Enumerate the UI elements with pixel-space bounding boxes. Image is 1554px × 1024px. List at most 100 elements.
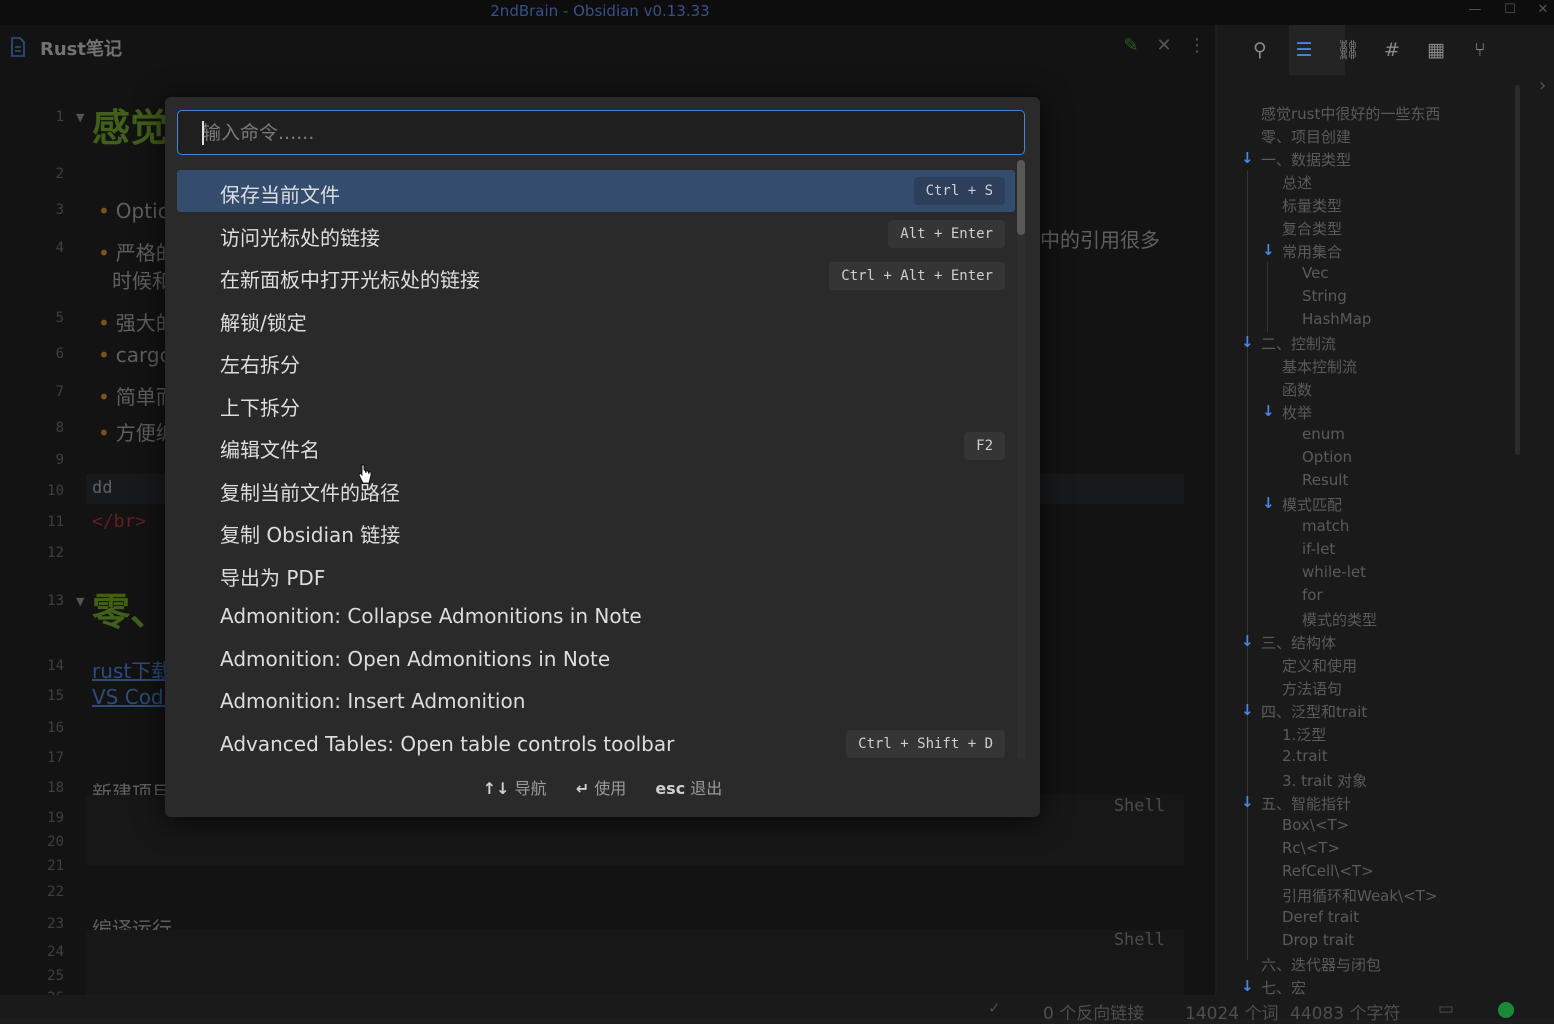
outgoing-link-icon[interactable]: ⛓ xyxy=(1335,37,1361,63)
table-icon[interactable]: ▦ xyxy=(1423,37,1449,63)
outline-guide xyxy=(1247,170,1248,960)
command-item[interactable]: Admonition: Collapse Admonitions in Note xyxy=(177,595,1015,637)
backlink-count[interactable]: 0 个反向链接 xyxy=(1043,999,1144,1024)
outline-item[interactable]: 3. trait 对象 xyxy=(1282,770,1367,791)
command-item[interactable]: 左右拆分 xyxy=(177,340,1015,382)
command-item[interactable]: Admonition: Insert Admonition xyxy=(177,680,1015,722)
outline-item[interactable]: 常用集合 xyxy=(1282,241,1342,262)
outline-item[interactable]: 方法语句 xyxy=(1282,678,1342,699)
command-hotkey: F2 xyxy=(964,432,1005,460)
outline-item[interactable]: Drop trait xyxy=(1282,931,1354,949)
outline-item[interactable]: Option xyxy=(1302,448,1352,466)
outline-item[interactable]: 五、智能指针 xyxy=(1261,793,1351,814)
collapse-arrow-icon[interactable]: ↓ xyxy=(1241,701,1254,719)
outline-item[interactable]: 六、迭代器与闭包 xyxy=(1261,954,1381,975)
outline-item[interactable]: 零、项目创建 xyxy=(1261,126,1351,147)
outline-item[interactable]: 三、结构体 xyxy=(1261,632,1336,653)
backlink-icon[interactable]: ⚲ xyxy=(1247,37,1273,63)
outline-item[interactable]: 2.trait xyxy=(1282,747,1328,765)
right-sidebar: ⚲ ☰ ⛓ # ▦ ⑂ › 感觉rust中很好的一些东西 零、项目创建 ↓ 一、数据类… xyxy=(1217,25,1554,997)
title-bar: 2ndBrain - Obsidian v0.13.33 — ☐ ✕ xyxy=(0,0,1554,25)
outline-item[interactable]: 总述 xyxy=(1282,172,1312,193)
text-caret xyxy=(202,121,204,145)
outline-item[interactable]: Rc\<T> xyxy=(1282,839,1340,857)
outline-item[interactable]: 1.泛型 xyxy=(1282,724,1326,745)
command-label: 访问光标处的链接 xyxy=(220,225,380,250)
collapse-arrow-icon[interactable]: ↓ xyxy=(1262,494,1275,512)
command-hotkey: Alt + Enter xyxy=(888,219,1005,248)
command-item[interactable]: 复制当前文件的路径 xyxy=(177,468,1015,510)
command-label: 在新面板中打开光标处的链接 xyxy=(220,268,480,292)
outline-item[interactable]: if-let xyxy=(1302,540,1335,558)
outline-item[interactable]: Box\<T> xyxy=(1282,816,1349,834)
esc-key: esc xyxy=(655,779,686,798)
outline-icon[interactable]: ☰ xyxy=(1291,37,1317,63)
use-label: 使用 xyxy=(594,779,627,798)
outline-scrollbar[interactable] xyxy=(1515,85,1520,455)
outline-item[interactable]: 引用循环和Weak\<T> xyxy=(1282,885,1437,906)
outline-item[interactable]: enum xyxy=(1302,425,1345,443)
mouse-cursor-icon xyxy=(358,464,372,484)
command-list[interactable]: 保存当前文件 Ctrl + S 访问光标处的链接 Alt + Enter 在新面板中打开… xyxy=(177,168,1015,764)
collapse-arrow-icon[interactable]: ↓ xyxy=(1241,149,1254,167)
command-label: Admonition: Collapse Admonitions in Note xyxy=(220,604,642,628)
scroll-thumb[interactable] xyxy=(1017,160,1025,235)
outline-guide xyxy=(1267,262,1268,332)
collapse-arrow-icon[interactable]: ↓ xyxy=(1241,333,1254,351)
command-label: Advanced Tables: Open table controls too… xyxy=(220,731,675,756)
maximize-icon[interactable]: ☐ xyxy=(1495,2,1525,22)
collapse-arrow-icon[interactable]: ↓ xyxy=(1241,632,1254,650)
status-bar: ✓ 0 个反向链接 14024 个词 44083 个字符 ▭ xyxy=(0,995,1554,1024)
command-item[interactable]: 编辑文件名 F2 xyxy=(177,425,1015,467)
command-label: 导出为 PDF xyxy=(220,565,326,590)
command-item[interactable]: 上下拆分 xyxy=(177,383,1015,425)
outline-item[interactable]: 模式的类型 xyxy=(1302,609,1377,630)
collapse-arrow-icon[interactable]: ↓ xyxy=(1241,977,1254,995)
collapse-arrow-icon[interactable]: ↓ xyxy=(1262,402,1275,420)
outline-item[interactable]: 函数 xyxy=(1282,379,1312,400)
outline-item[interactable]: Vec xyxy=(1302,264,1329,282)
command-label: 复制 Obsidian 链接 xyxy=(220,523,401,547)
tag-icon[interactable]: # xyxy=(1379,37,1405,63)
command-item[interactable]: 保存当前文件 Ctrl + S xyxy=(177,170,1015,212)
word-count: 14024 个词 xyxy=(1185,1004,1279,1024)
outline-item[interactable]: match xyxy=(1302,517,1349,535)
outline-item[interactable]: 四、泛型和trait xyxy=(1261,701,1367,722)
collapse-arrow-icon[interactable]: ↓ xyxy=(1241,793,1254,811)
outline-item[interactable]: 基本控制流 xyxy=(1282,356,1357,377)
command-item[interactable]: 访问光标处的链接 Alt + Enter xyxy=(177,213,1015,255)
outline-item[interactable]: while-let xyxy=(1302,563,1366,581)
window-title: 2ndBrain - Obsidian v0.13.33 xyxy=(490,2,710,20)
outline-item[interactable]: for xyxy=(1302,586,1323,604)
outline-item[interactable]: 定义和使用 xyxy=(1282,655,1357,676)
outline-item[interactable]: 模式匹配 xyxy=(1282,494,1342,515)
outline-item[interactable]: 一、数据类型 xyxy=(1261,149,1351,170)
command-item[interactable]: 导出为 PDF xyxy=(177,553,1015,595)
outline-item[interactable]: 感觉rust中很好的一些东西 xyxy=(1261,103,1440,124)
outline-item[interactable]: HashMap xyxy=(1302,310,1371,328)
command-item[interactable]: Admonition: Open Admonitions in Note xyxy=(177,638,1015,680)
collapse-arrow-icon[interactable]: ↓ xyxy=(1262,241,1275,259)
outline-item[interactable]: RefCell\<T> xyxy=(1282,862,1374,880)
chevron-right-icon[interactable]: › xyxy=(1539,75,1546,96)
outline-item[interactable]: 枚举 xyxy=(1282,402,1312,423)
command-item[interactable]: Advanced Tables: Open table controls too… xyxy=(177,723,1015,765)
outline-item[interactable]: 标量类型 xyxy=(1282,195,1342,216)
check-icon: ✓ xyxy=(988,999,1001,1017)
command-item[interactable]: 在新面板中打开光标处的链接 Ctrl + Alt + Enter xyxy=(177,255,1015,297)
outline-item[interactable]: 二、控制流 xyxy=(1261,333,1336,354)
sync-icon[interactable]: ▭ xyxy=(1438,999,1454,1019)
git-icon[interactable]: ⑂ xyxy=(1467,37,1493,63)
outline-item[interactable]: 复合类型 xyxy=(1282,218,1342,239)
command-item[interactable]: 解锁/锁定 xyxy=(177,298,1015,340)
outline-item[interactable]: Result xyxy=(1302,471,1348,489)
outline-item[interactable]: String xyxy=(1302,287,1347,305)
command-list-scrollbar[interactable] xyxy=(1017,160,1025,760)
close-window-icon[interactable]: ✕ xyxy=(1528,2,1554,22)
command-label: 保存当前文件 xyxy=(220,183,340,207)
outline-item[interactable]: Deref trait xyxy=(1282,908,1359,926)
command-item[interactable]: 复制 Obsidian 链接 xyxy=(177,510,1015,552)
command-palette: 保存当前文件 Ctrl + S 访问光标处的链接 Alt + Enter 在新面板中打开… xyxy=(165,97,1040,817)
command-search-input[interactable] xyxy=(177,110,1025,155)
minimize-icon[interactable]: — xyxy=(1460,2,1490,22)
